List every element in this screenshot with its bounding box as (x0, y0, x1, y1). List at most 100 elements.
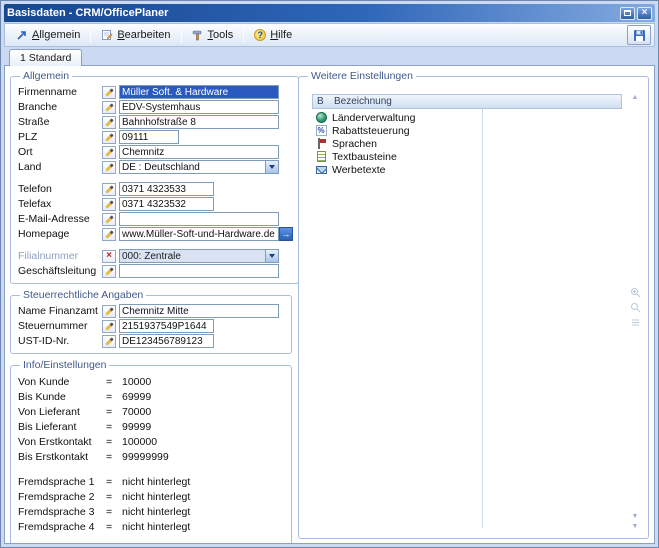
info-label: Von Lieferant (18, 406, 106, 418)
grid-row-werbetexte[interactable]: Werbetexte (312, 163, 622, 176)
field-row-telefon: Telefon (18, 182, 293, 196)
pencil-icon (105, 230, 113, 238)
group-weitere-legend: Weitere Einstellungen (308, 70, 416, 82)
field-row-branche: Branche (18, 100, 293, 114)
field-row-filialnummer: Filialnummer × (18, 249, 293, 263)
telefax-label: Telefax (18, 198, 102, 210)
telefon-input[interactable] (119, 182, 214, 196)
info-label: Fremdsprache 2 (18, 491, 106, 503)
info-label: Von Kunde (18, 376, 106, 388)
column-header-b[interactable]: B (313, 96, 331, 107)
edit-geschaeftsleitung-button[interactable] (102, 265, 116, 278)
info-row-bis-lieferant: Bis Lieferant = 99999 (18, 419, 286, 434)
land-input[interactable] (119, 160, 265, 174)
field-row-geschaeftsleitung: Geschäftsleitung (18, 264, 293, 278)
menu-tools[interactable]: Tools (184, 26, 242, 44)
menu-bearbeiten[interactable]: Bearbeiten (93, 26, 178, 44)
edit-telefax-button[interactable] (102, 198, 116, 211)
document-icon (317, 151, 326, 162)
grid-row-textbausteine[interactable]: Textbausteine (312, 150, 622, 163)
red-x-icon: × (106, 251, 112, 261)
homepage-input[interactable] (119, 227, 279, 241)
equals-sign: = (106, 376, 122, 388)
edit-ustid-button[interactable] (102, 335, 116, 348)
edit-ort-button[interactable] (102, 146, 116, 159)
plz-input[interactable] (119, 130, 179, 144)
grid-row-rabattsteuerung[interactable]: % Rabattsteuerung (312, 124, 622, 137)
menu-separator (181, 27, 182, 43)
email-input[interactable] (119, 212, 279, 226)
menu-bearbeiten-label: Bearbeiten (117, 29, 170, 41)
menu-allgemein[interactable]: Allgemein (8, 26, 88, 44)
magnifier-icon[interactable] (630, 302, 641, 313)
equals-sign: = (106, 436, 122, 448)
equals-sign: = (106, 391, 122, 403)
ustid-input[interactable] (119, 334, 214, 348)
grid-row-label: Länderverwaltung (330, 112, 415, 124)
edit-land-button[interactable] (102, 161, 116, 174)
ort-input[interactable] (119, 145, 279, 159)
land-dropdown-button[interactable] (265, 160, 279, 174)
tab-1-standard[interactable]: 1 Standard (9, 49, 82, 66)
geschaeftsleitung-input[interactable] (119, 264, 279, 278)
equals-sign: = (106, 506, 122, 518)
column-header-bezeichnung[interactable]: Bezeichnung (331, 96, 392, 107)
group-weitere-einstellungen: Weitere Einstellungen B Bezeichnung Länd… (298, 70, 649, 539)
info-label: Bis Erstkontakt (18, 451, 106, 463)
content-area: Allgemein Firmenname Branche Straße (4, 65, 655, 544)
equals-sign: = (106, 476, 122, 488)
grid-row-sprachen[interactable]: Sprachen (312, 137, 622, 150)
zoom-in-icon[interactable] (630, 287, 641, 298)
clear-filialnummer-button[interactable]: × (102, 250, 116, 263)
menu-separator (243, 27, 244, 43)
edit-branche-button[interactable] (102, 101, 116, 114)
steuernummer-input[interactable] (119, 319, 214, 333)
info-label: Bis Lieferant (18, 421, 106, 433)
edit-firmenname-button[interactable] (102, 86, 116, 99)
group-steuer: Steuerrechtliche Angaben Name Finanzamt … (10, 289, 292, 354)
menu-tools-label: Tools (208, 29, 234, 41)
land-combobox (119, 160, 279, 174)
titlebar[interactable]: Basisdaten - CRM/OfficePlaner × (4, 4, 655, 22)
field-row-homepage: Homepage → (18, 227, 293, 241)
save-button[interactable] (627, 25, 651, 45)
filialnummer-dropdown-button[interactable] (265, 249, 279, 263)
edit-strasse-button[interactable] (102, 116, 116, 129)
finanzamt-input[interactable] (119, 304, 279, 318)
list-icon[interactable] (630, 317, 641, 328)
flag-icon (316, 138, 326, 149)
grid-row-label: Rabattsteuerung (330, 125, 410, 137)
scroll-up-icon[interactable]: ▲ (632, 94, 639, 101)
filialnummer-input[interactable] (119, 249, 265, 263)
restore-button[interactable] (620, 7, 635, 20)
grid-header[interactable]: B Bezeichnung (312, 94, 622, 109)
close-icon: × (642, 8, 648, 18)
info-label: Fremdsprache 3 (18, 506, 106, 518)
edit-plz-button[interactable] (102, 131, 116, 144)
strasse-input[interactable] (119, 115, 279, 129)
grid-row-label: Sprachen (330, 138, 377, 150)
edit-email-button[interactable] (102, 213, 116, 226)
field-row-telefax: Telefax (18, 197, 293, 211)
edit-steuernummer-button[interactable] (102, 320, 116, 333)
group-info-legend: Info/Einstellungen (20, 359, 109, 371)
info-row-fremdsprache-3: Fremdsprache 3 = nicht hinterlegt (18, 504, 286, 519)
ort-label: Ort (18, 146, 102, 158)
scroll-down-icon[interactable]: ▼ (632, 513, 639, 520)
close-button[interactable]: × (637, 7, 652, 20)
branche-input[interactable] (119, 100, 279, 114)
edit-finanzamt-button[interactable] (102, 305, 116, 318)
menu-hilfe[interactable]: ? Hilfe (246, 26, 300, 44)
grid-row-label: Textbausteine (330, 151, 397, 163)
arrow-right-icon: → (282, 230, 291, 239)
open-homepage-button[interactable]: → (279, 227, 293, 241)
info-value: 69999 (122, 391, 151, 403)
edit-telefon-button[interactable] (102, 183, 116, 196)
info-value: 100000 (122, 436, 157, 448)
telefax-input[interactable] (119, 197, 214, 211)
scroll-end-icon[interactable]: ▼ (632, 523, 639, 530)
grid-row-laenderverwaltung[interactable]: Länderverwaltung (312, 111, 622, 124)
edit-homepage-button[interactable] (102, 228, 116, 241)
pencil-icon (105, 267, 113, 275)
firmenname-input[interactable] (119, 85, 279, 99)
